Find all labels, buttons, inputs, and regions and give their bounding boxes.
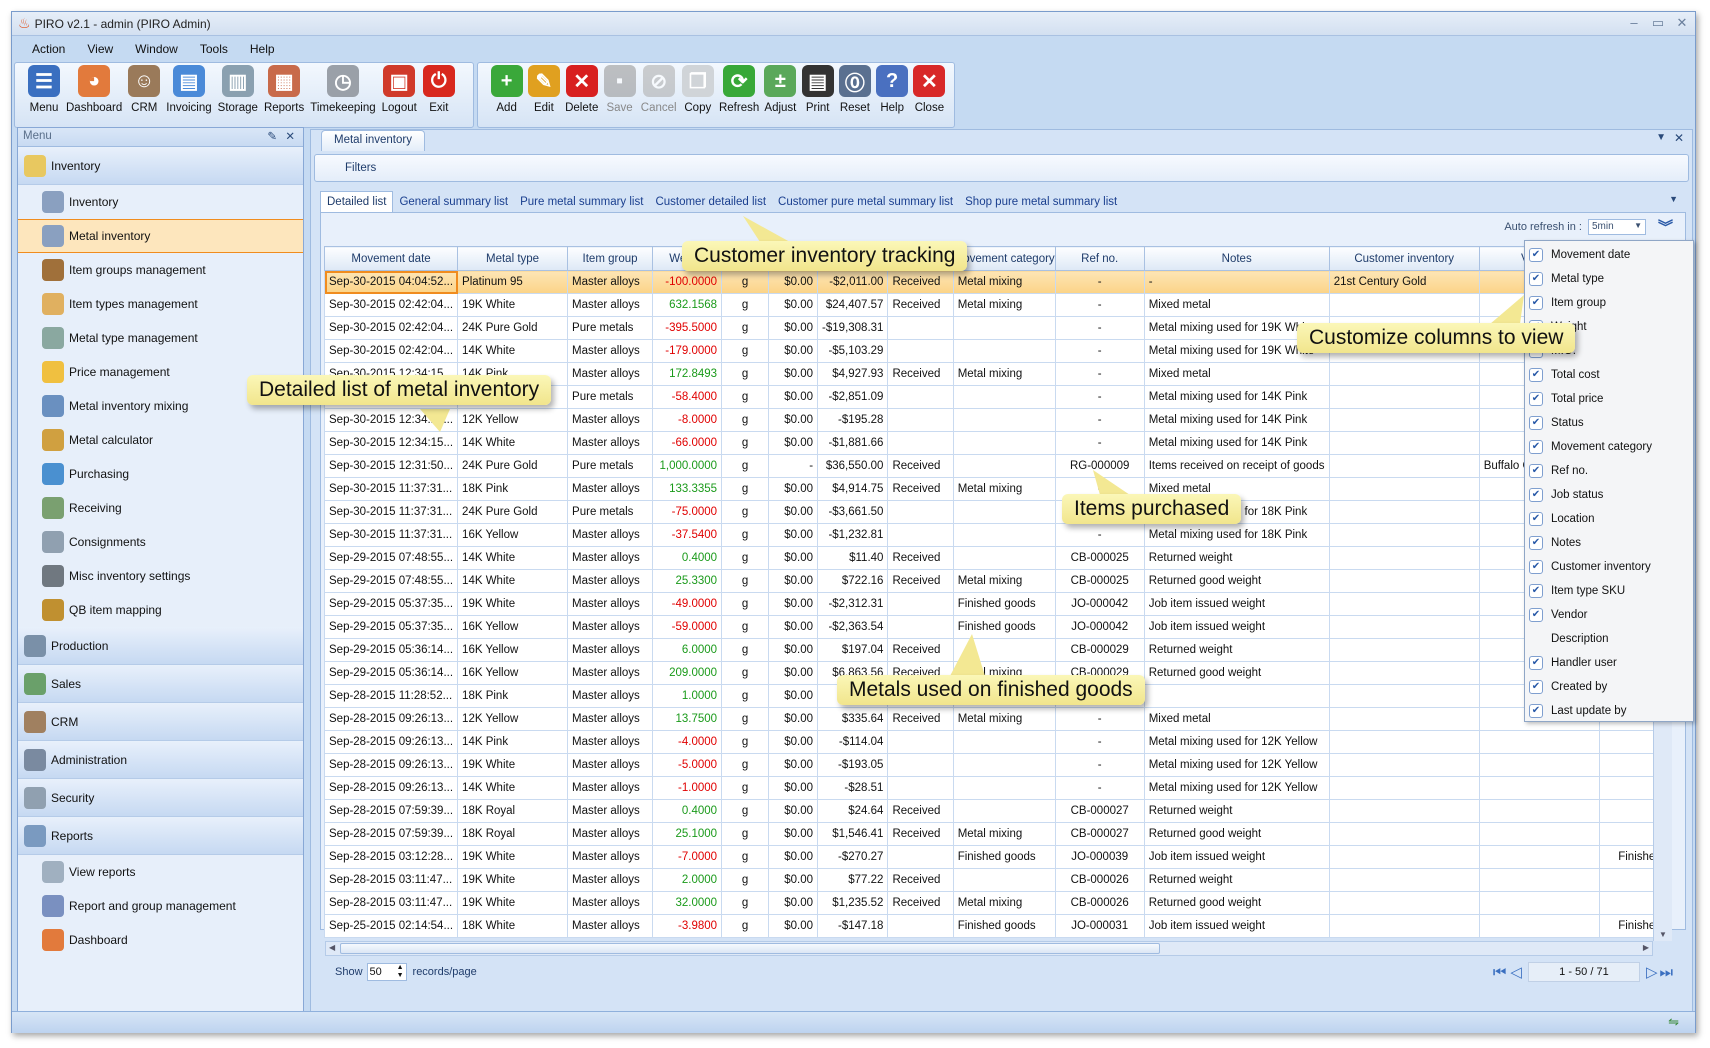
callout-pointer-customer bbox=[743, 216, 790, 242]
callout-pointers bbox=[420, 216, 1524, 676]
callout-pointer-columns bbox=[1490, 295, 1524, 324]
callout-detailed-list: Detailed list of metal inventory bbox=[247, 375, 552, 405]
callout-pointer-purchased bbox=[1093, 470, 1130, 495]
callout-items-purchased: Items purchased bbox=[1062, 494, 1242, 524]
callout-customer-inventory: Customer inventory tracking bbox=[682, 241, 968, 271]
callout-pointer-finished bbox=[950, 634, 985, 676]
callout-finished-goods: Metals used on finished goods bbox=[837, 675, 1145, 705]
callout-customize-columns: Customize columns to view bbox=[1297, 323, 1576, 353]
callout-pointer-detailed bbox=[420, 409, 450, 432]
